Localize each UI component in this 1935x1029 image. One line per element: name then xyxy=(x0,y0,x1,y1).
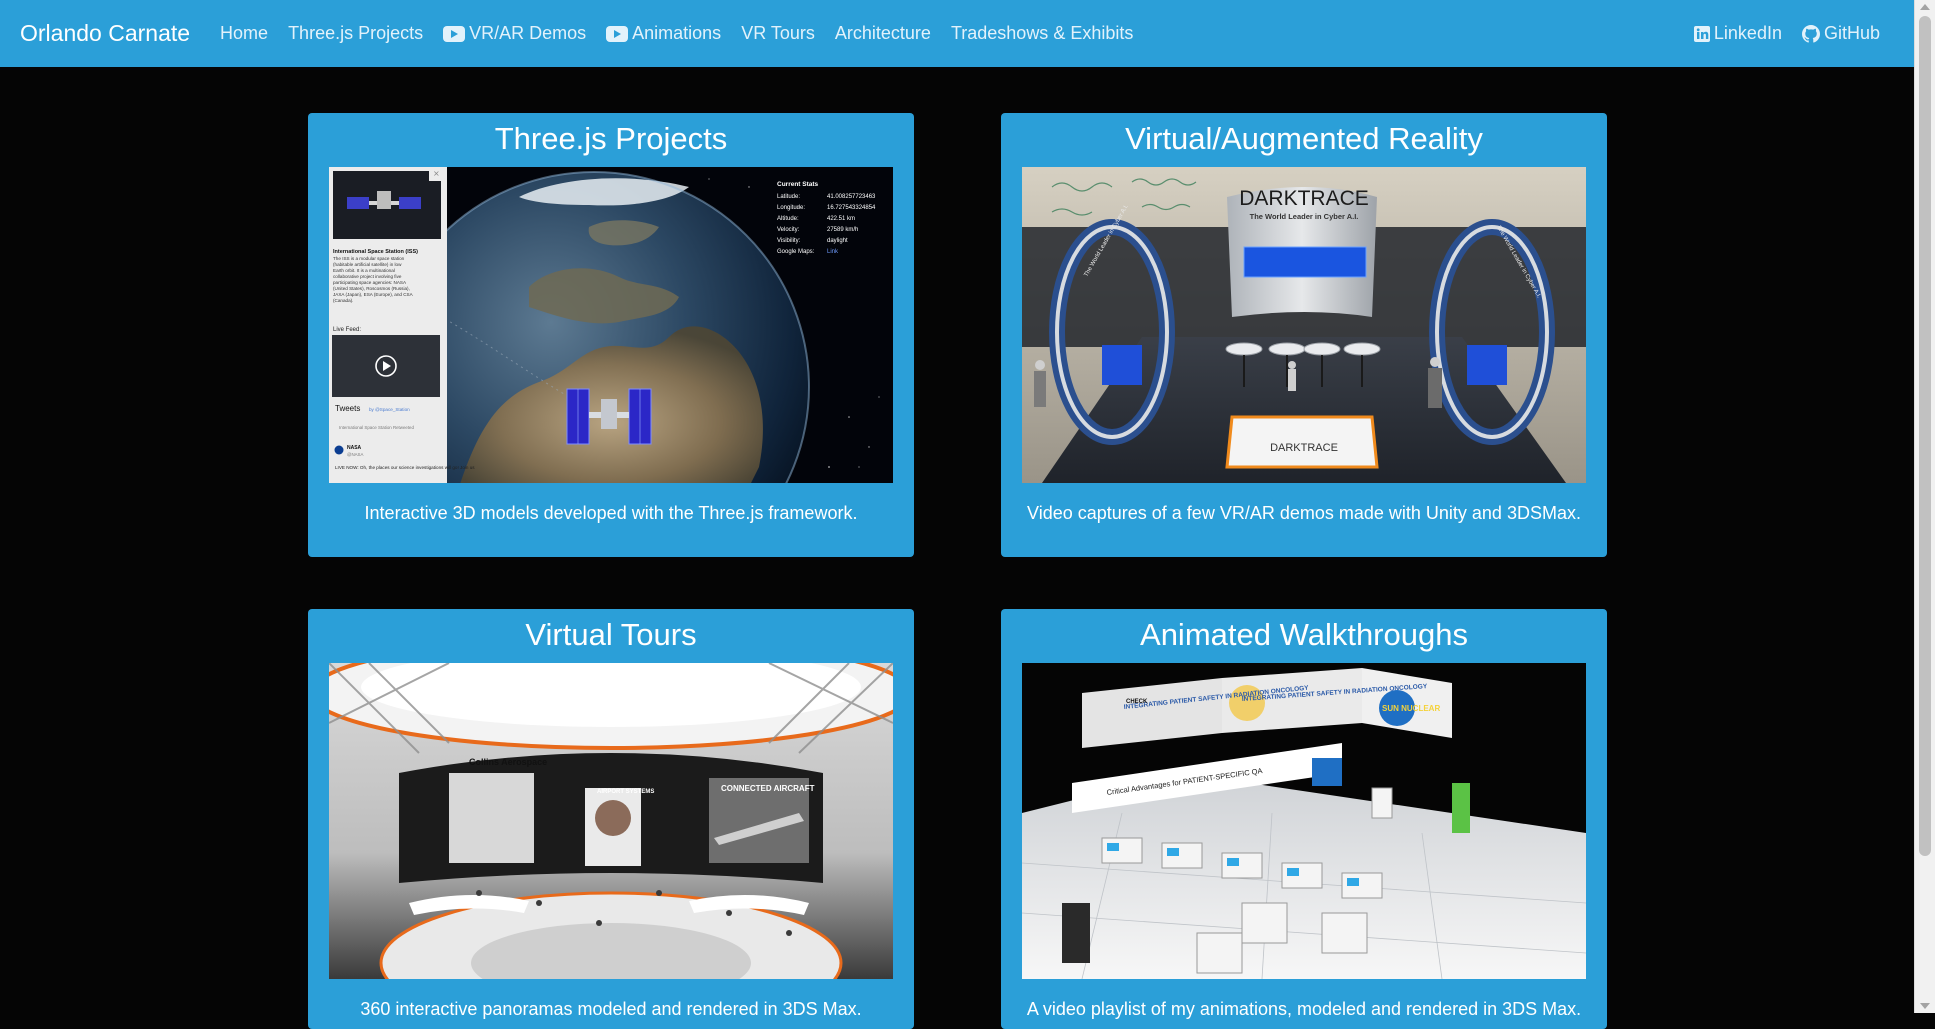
darktrace-tagline: The World Leader in Cyber A.I. xyxy=(1250,212,1359,221)
stat-value: 16.727543324854 xyxy=(827,205,876,211)
stat-value: 422.51 km xyxy=(827,216,855,222)
nav-vrtours-link[interactable]: VR Tours xyxy=(731,23,825,44)
card-virtual-tours[interactable]: Virtual Tours Collins Aerospace AIRPORT … xyxy=(308,609,914,1029)
counter-brand-text: DARKTRACE xyxy=(1270,442,1338,454)
card-title[interactable]: Three.js Projects xyxy=(308,113,914,168)
nav-vrtours-label: VR Tours xyxy=(741,23,815,43)
brand-link[interactable]: Orlando Carnate xyxy=(20,20,190,47)
nav-home-label: Home xyxy=(220,23,269,43)
stat-value: 27589 km/h xyxy=(827,227,858,233)
svg-text:collaborative project involvin: collaborative project involving five xyxy=(333,274,402,279)
tweets-by-label: by @Space_Station xyxy=(369,407,410,412)
card-description: Video captures of a few VR/AR demos made… xyxy=(1027,503,1581,523)
youtube-icon xyxy=(606,25,629,42)
nav-tradeshows-label: Tradeshows & Exhibits xyxy=(950,23,1134,43)
nav-github-link[interactable]: GitHub xyxy=(1792,23,1890,44)
nav-animations-label: Animations xyxy=(632,23,722,43)
youtube-icon xyxy=(443,25,466,42)
live-feed-label: Live Feed: xyxy=(333,327,361,333)
svg-text:(habitable artificial satellit: (habitable artificial satellite) in low xyxy=(333,262,402,267)
nav-tradeshows-link[interactable]: Tradeshows & Exhibits xyxy=(941,23,1143,44)
svg-text:(United States), Roscosmos (Ru: (United States), Roscosmos (Russia), xyxy=(333,286,410,291)
card-vr-ar[interactable]: Virtual/Augmented Reality DARKTRACE The … xyxy=(1001,113,1607,557)
top-navbar: Orlando Carnate Home Three.js Projects V… xyxy=(0,0,1914,67)
linkedin-icon xyxy=(1693,25,1710,42)
svg-text:(Canada).: (Canada). xyxy=(333,298,353,303)
card-description: 360 interactive panoramas modeled and re… xyxy=(360,999,862,1019)
card-image-vr-ar[interactable]: DARKTRACE The World Leader in Cyber A.I.… xyxy=(1022,167,1586,483)
stat-label: Longitude: xyxy=(777,205,805,211)
nav-threejs-link[interactable]: Three.js Projects xyxy=(278,23,433,44)
retweet-label: International Space Station Retweeted xyxy=(339,425,414,430)
tweet-handle: @NASA xyxy=(347,452,363,457)
nav-home-link[interactable]: Home xyxy=(210,23,278,44)
stat-label: Google Maps: xyxy=(777,249,815,255)
nav-threejs-label: Three.js Projects xyxy=(288,23,424,43)
stat-value: daylight xyxy=(827,238,848,244)
card-description: Interactive 3D models developed with the… xyxy=(364,503,858,523)
nav-architecture-link[interactable]: Architecture xyxy=(825,23,941,44)
card-title[interactable]: Virtual/Augmented Reality xyxy=(1001,113,1607,168)
card-image-virtual-tours[interactable]: Collins Aerospace AIRPORT SYSTEMS CONNEC… xyxy=(329,663,893,979)
card-animated-walkthroughs[interactable]: Animated Walkthroughs INTEGRATING PATIEN… xyxy=(1001,609,1607,1029)
nav-linkedin-label: LinkedIn xyxy=(1713,23,1782,43)
nav-architecture-label: Architecture xyxy=(834,23,931,43)
stat-label: Velocity: xyxy=(777,227,800,233)
scroll-up-arrow-icon[interactable] xyxy=(1920,4,1930,10)
page-scrollbar[interactable] xyxy=(1914,0,1935,1013)
nav-social-links: LinkedIn GitHub xyxy=(1684,23,1894,44)
collins-brand-text: Collins Aerospace xyxy=(469,757,547,767)
panel-right-text: CONNECTED AIRCRAFT xyxy=(721,784,815,793)
github-icon xyxy=(1801,24,1820,43)
card-image-animated-walkthroughs[interactable]: INTEGRATING PATIENT SAFETY IN RADIATION … xyxy=(1022,663,1586,979)
card-image-threejs[interactable]: International Space Station (ISS) The IS… xyxy=(329,167,893,483)
stats-title: Current Stats xyxy=(777,181,819,188)
svg-text:Earth orbit. It is a multinati: Earth orbit. It is a multinational xyxy=(333,268,395,273)
scroll-thumb[interactable] xyxy=(1919,16,1931,856)
tweet-text: LIVE NOW: Oh, the places our science inv… xyxy=(335,465,475,470)
stat-label: Latitude: xyxy=(777,194,800,200)
svg-text:JAXA (Japan), ESA (Europe), an: JAXA (Japan), ESA (Europe), and CSA xyxy=(333,292,414,297)
scroll-down-arrow-icon[interactable] xyxy=(1920,1003,1930,1009)
iss-panel-heading: International Space Station (ISS) xyxy=(333,249,418,255)
check-label: CHECK xyxy=(1126,699,1148,705)
nav-links: Home Three.js Projects VR/AR Demos Anima… xyxy=(210,23,1143,44)
nav-vrar-label: VR/AR Demos xyxy=(469,23,587,43)
stat-value: 41.008257723463 xyxy=(827,194,876,200)
sun-nuclear-brand: SUN NUCLEAR xyxy=(1382,704,1440,713)
card-threejs-projects[interactable]: Three.js Projects International Space St… xyxy=(308,113,914,557)
tweet-author: NASA xyxy=(347,445,362,451)
svg-text:×: × xyxy=(433,169,440,178)
nav-github-label: GitHub xyxy=(1823,23,1880,43)
nav-linkedin-link[interactable]: LinkedIn xyxy=(1684,23,1792,44)
nav-vrar-link[interactable]: VR/AR Demos xyxy=(433,23,596,44)
svg-text:The ISS is a modular space sta: The ISS is a modular space station xyxy=(333,256,405,261)
stat-value: Link xyxy=(827,249,839,255)
stat-label: Altitude: xyxy=(777,216,799,222)
stat-label: Visibility: xyxy=(777,238,801,244)
nav-animations-link[interactable]: Animations xyxy=(596,23,731,44)
card-title[interactable]: Animated Walkthroughs xyxy=(1001,609,1607,664)
panel-left-text: AIRPORT SYSTEMS xyxy=(597,789,654,795)
svg-text:participating space agencies:: participating space agencies: NASA xyxy=(333,280,407,285)
darktrace-brand-text: DARKTRACE xyxy=(1239,187,1369,210)
tweets-label: Tweets xyxy=(335,404,360,413)
card-description: A video playlist of my animations, model… xyxy=(1026,999,1582,1019)
card-title[interactable]: Virtual Tours xyxy=(308,609,914,664)
